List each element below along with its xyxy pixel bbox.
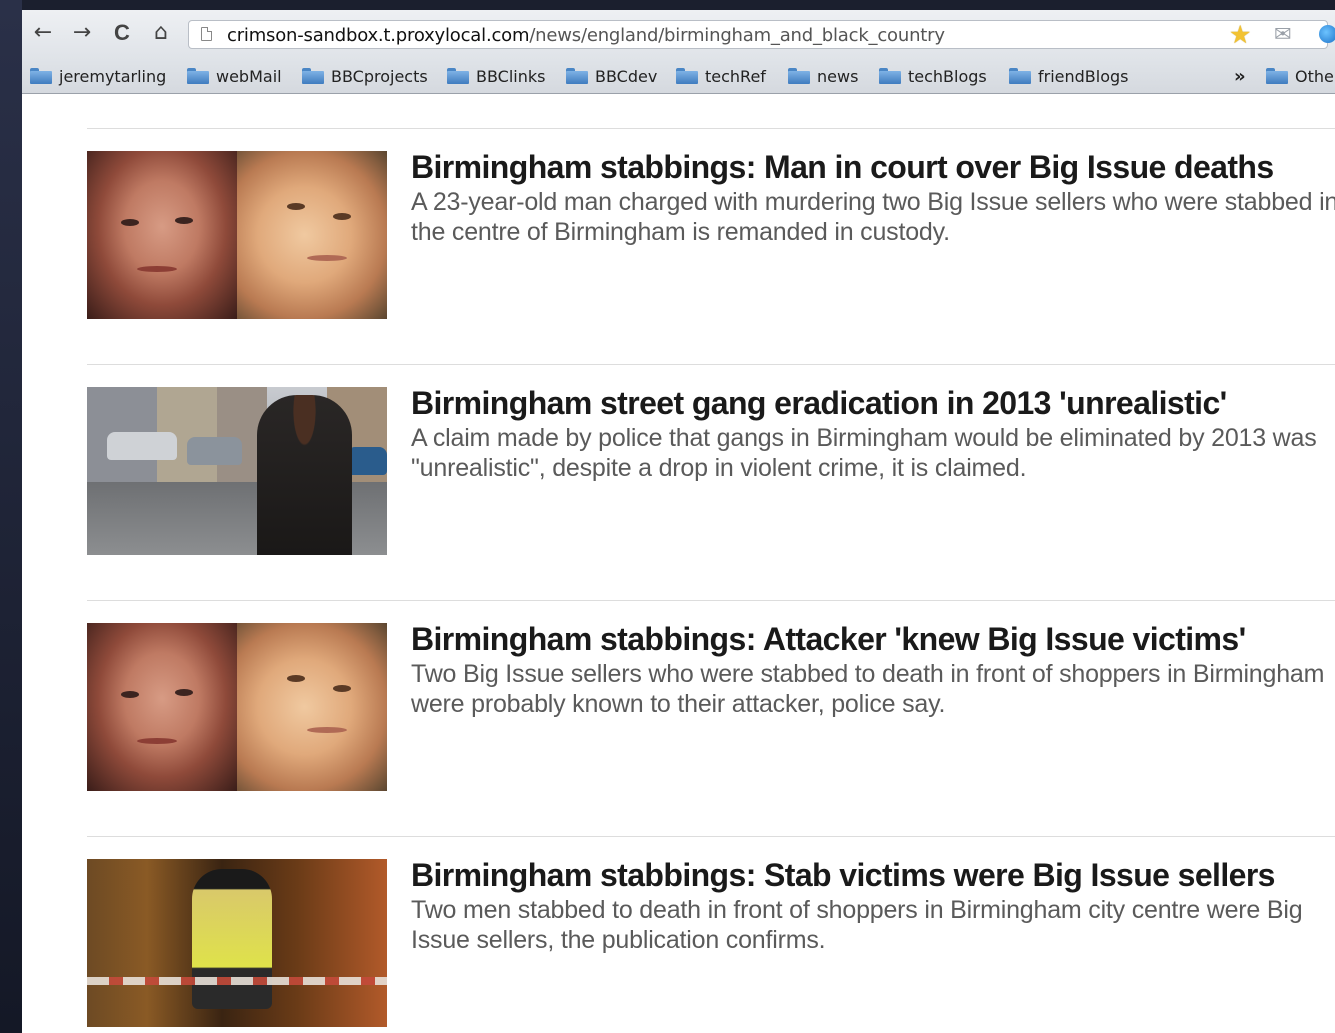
bookmark-label: Other Bookmarks (1295, 66, 1335, 86)
bookmark-label: webMail (216, 66, 282, 86)
bookmark-techref[interactable]: techRef (676, 65, 766, 87)
article-item: Birmingham stabbings: Man in court over … (87, 149, 1335, 319)
police-scene-photo (87, 859, 387, 1027)
article-thumbnail[interactable] (87, 387, 387, 555)
divider (87, 836, 1335, 837)
article-item: Birmingham street gang eradication in 20… (87, 385, 1335, 555)
home-button[interactable]: ⌂ (150, 20, 172, 46)
police-officer-figure (192, 869, 272, 1009)
reload-button[interactable]: C (111, 20, 133, 46)
browser-window: ← → C ⌂ crimson-sandbox.t.proxylocal.com… (22, 10, 1335, 1033)
article-headline[interactable]: Birmingham stabbings: Man in court over … (411, 149, 1274, 186)
folder-icon (187, 68, 209, 84)
bookmark-label: techRef (705, 66, 766, 86)
url-path: /news/england/birmingham_and_black_count… (529, 25, 945, 46)
bookmark-label: techBlogs (908, 66, 987, 86)
page-content: Birmingham stabbings: Man in court over … (22, 94, 1335, 1033)
article-item: Birmingham stabbings: Attacker 'knew Big… (87, 621, 1335, 791)
bookmark-friendblogs[interactable]: friendBlogs (1009, 65, 1129, 87)
folder-icon (676, 68, 698, 84)
bookmark-star-icon[interactable]: ★ (1229, 21, 1251, 49)
article-thumbnail[interactable] (87, 623, 387, 791)
folder-icon (879, 68, 901, 84)
folder-icon (30, 68, 52, 84)
bookmark-bbcdev[interactable]: BBCdev (566, 65, 657, 87)
bookmark-label: BBCdev (595, 66, 658, 86)
url-host: crimson-sandbox.t.proxylocal.com (227, 25, 530, 46)
folder-icon (566, 68, 588, 84)
forward-button[interactable]: → (71, 20, 93, 46)
bookmarks-bar: jeremytarling webMail BBCprojects BBClin… (22, 60, 1335, 94)
bookmark-label: news (817, 66, 859, 86)
folder-icon (447, 68, 469, 84)
face-photo-left (87, 151, 237, 319)
divider (87, 128, 1335, 129)
article-thumbnail[interactable] (87, 151, 387, 319)
browser-toolbar: ← → C ⌂ crimson-sandbox.t.proxylocal.com… (22, 10, 1335, 60)
bookmark-news[interactable]: news (788, 65, 858, 87)
desktop-background (0, 0, 22, 1033)
bookmark-jeremytarling[interactable]: jeremytarling (30, 65, 166, 87)
article-item: Birmingham stabbings: Stab victims were … (87, 857, 1335, 1027)
article-headline[interactable]: Birmingham street gang eradication in 20… (411, 385, 1227, 422)
article-thumbnail[interactable] (87, 859, 387, 1027)
article-summary: A 23-year-old man charged with murdering… (411, 188, 1335, 246)
street-photo (87, 387, 387, 555)
bookmark-other-bookmarks[interactable]: Other Bookmarks (1266, 65, 1335, 87)
article-headline[interactable]: Birmingham stabbings: Stab victims were … (411, 857, 1275, 894)
extension-icon[interactable] (1319, 25, 1335, 43)
mail-icon[interactable]: ✉ (1274, 23, 1292, 47)
address-bar[interactable]: crimson-sandbox.t.proxylocal.com/news/en… (188, 20, 1335, 49)
bookmark-label: BBCprojects (331, 66, 428, 86)
face-photo-right (237, 151, 387, 319)
bookmark-label: BBClinks (476, 66, 546, 86)
article-headline[interactable]: Birmingham stabbings: Attacker 'knew Big… (411, 621, 1246, 658)
back-button[interactable]: ← (32, 20, 54, 46)
bookmark-bbcprojects[interactable]: BBCprojects (302, 65, 428, 87)
bookmark-webmail[interactable]: webMail (187, 65, 282, 87)
bookmarks-overflow-chevron-icon[interactable]: » (1234, 66, 1246, 87)
folder-icon (788, 68, 810, 84)
article-summary: A claim made by police that gangs in Bir… (411, 424, 1317, 482)
man-figure (257, 395, 352, 555)
divider (87, 364, 1335, 365)
url-text: crimson-sandbox.t.proxylocal.com/news/en… (227, 25, 945, 46)
folder-icon (1266, 68, 1288, 84)
bookmark-techblogs[interactable]: techBlogs (879, 65, 987, 87)
face-photo-right (237, 623, 387, 791)
bookmark-label: jeremytarling (59, 66, 167, 86)
police-tape (87, 977, 387, 985)
bookmark-label: friendBlogs (1038, 66, 1129, 86)
folder-icon (302, 68, 324, 84)
article-summary: Two Big Issue sellers who were stabbed t… (411, 660, 1325, 718)
folder-icon (1009, 68, 1031, 84)
face-photo-left (87, 623, 237, 791)
bookmark-bbclinks[interactable]: BBClinks (447, 65, 545, 87)
page-icon (201, 27, 212, 41)
article-summary: Two men stabbed to death in front of sho… (411, 896, 1303, 954)
divider (87, 600, 1335, 601)
